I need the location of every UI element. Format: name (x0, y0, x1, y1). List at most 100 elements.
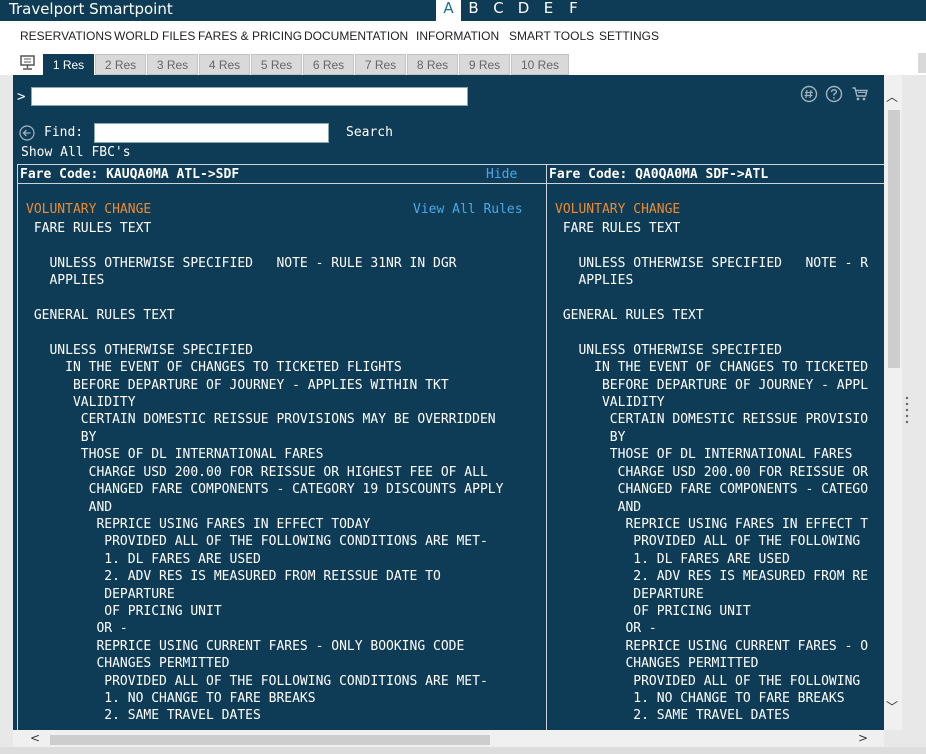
rule-line (26, 237, 546, 254)
fare-rules-panel-left: Fare Code: KAUQA0MA ATL->SDF Hide VOLUNT… (17, 164, 547, 730)
scroll-down-icon[interactable]: ﹀ (886, 698, 898, 715)
command-input[interactable] (31, 87, 468, 106)
rule-line: THOSE OF DL INTERNATIONAL FARES (555, 447, 853, 463)
menu-documentation[interactable]: DOCUMENTATION (304, 29, 408, 43)
rule-line: OF PRICING UNIT (26, 603, 222, 619)
rule-line: VALIDITY (555, 395, 665, 411)
rule-line: VALIDITY (26, 395, 136, 411)
rule-line: BY (26, 429, 97, 445)
rule-line: 2. SAME TRAVEL DATES (26, 708, 261, 724)
terminal-window: > Find: Search Show All FBC's Fare Code:… (13, 75, 884, 730)
rule-line (555, 290, 884, 307)
rule-line: PROVIDED ALL OF THE FOLLOWING CONDITIONS… (26, 673, 488, 689)
rule-line: IN THE EVENT OF CHANGES TO TICKETED (555, 360, 869, 376)
rule-line: OR - (555, 621, 657, 637)
rule-line: 1. NO CHANGE TO FARE BREAKS (555, 690, 845, 706)
res-tab-7[interactable]: 7 Res (355, 54, 406, 75)
screen-tab-e[interactable]: E (536, 0, 561, 21)
rule-line: REPRICE USING CURRENT FARES - ONLY BOOKI… (26, 638, 465, 654)
res-tab-5[interactable]: 5 Res (251, 54, 302, 75)
res-tabs-row: 1 Res 2 Res 3 Res 4 Res 5 Res 6 Res 7 Re… (0, 53, 926, 75)
hide-link[interactable]: Hide (486, 167, 517, 182)
panel-header: Fare Code: KAUQA0MA ATL->SDF Hide (18, 165, 546, 184)
menu-settings[interactable]: SETTINGS (599, 29, 659, 43)
shopping-cart-icon[interactable] (851, 85, 869, 103)
res-tab-6[interactable]: 6 Res (303, 54, 354, 75)
rules-text: FARE RULES TEXT UNLESS OTHERWISE SPECIFI… (26, 220, 546, 725)
rule-line: DEPARTURE (555, 586, 704, 602)
rule-line: UNLESS OTHERWISE SPECIFIED (555, 342, 782, 358)
rule-line: IN THE EVENT OF CHANGES TO TICKETED FLIG… (26, 360, 402, 376)
show-all-fbc-link[interactable]: Show All FBC's (21, 145, 131, 160)
res-tab-3[interactable]: 3 Res (147, 54, 198, 75)
rule-line: APPLIES (555, 273, 634, 289)
rule-line: OF PRICING UNIT (555, 603, 751, 619)
rule-line: 2. ADV RES IS MEASURED FROM REISSUE DATE… (26, 569, 441, 585)
rule-line: UNLESS OTHERWISE SPECIFIED (26, 342, 253, 358)
res-tab-8[interactable]: 8 Res (407, 54, 458, 75)
scroll-right-icon[interactable]: > (858, 731, 868, 745)
rule-line: 1. DL FARES ARE USED (26, 551, 261, 567)
rule-line: CHANGED FARE COMPONENTS - CATEGORY 19 DI… (26, 482, 504, 498)
res-tab-2[interactable]: 2 Res (95, 54, 146, 75)
rule-line (555, 237, 884, 254)
rule-line (555, 324, 884, 341)
res-tab-1[interactable]: 1 Res (43, 54, 94, 75)
rule-line: REPRICE USING CURRENT FARES - O (555, 638, 869, 654)
back-circle-icon[interactable] (19, 125, 35, 141)
menu-information[interactable]: INFORMATION (416, 29, 499, 43)
status-bar (0, 747, 926, 754)
rule-line: BEFORE DEPARTURE OF JOURNEY - APPLIES WI… (26, 377, 449, 393)
rule-line: APPLIES (26, 273, 105, 289)
find-input[interactable] (94, 123, 329, 143)
fare-rules-panel-right: Fare Code: QA0QA0MA SDF->ATL VOLUNTARY C… (546, 164, 884, 730)
rule-line (26, 324, 546, 341)
fare-code-label: Fare Code: QA0QA0MA SDF->ATL (549, 167, 769, 182)
rule-line: CHARGE USD 200.00 FOR REISSUE OR HIGHEST… (26, 464, 488, 480)
rule-line: THOSE OF DL INTERNATIONAL FARES (26, 447, 324, 463)
screen-tab-a[interactable]: A (436, 0, 461, 21)
screen-tab-c[interactable]: C (486, 0, 511, 21)
res-tab-4[interactable]: 4 Res (199, 54, 250, 75)
rule-line (26, 290, 546, 307)
command-prompt: > (17, 89, 26, 105)
scroll-left-icon[interactable]: < (30, 731, 40, 745)
horizontal-scroll-thumb[interactable] (50, 735, 490, 745)
rule-line: FARE RULES TEXT (555, 221, 681, 236)
menu-bar: RESERVATIONS WORLD FILES FARES & PRICING… (0, 21, 926, 53)
res-tab-9[interactable]: 9 Res (459, 54, 510, 75)
rule-line: AND (555, 499, 642, 515)
rule-line: PROVIDED ALL OF THE FOLLOWING (555, 534, 861, 550)
menu-reservations[interactable]: RESERVATIONS (20, 29, 112, 43)
app-title: Travelport Smartpoint (9, 0, 173, 18)
rule-line: UNLESS OTHERWISE SPECIFIED NOTE - R (555, 255, 869, 271)
rule-line: PROVIDED ALL OF THE FOLLOWING (555, 673, 861, 689)
rule-line: 1. DL FARES ARE USED (555, 551, 790, 567)
help-circle-icon[interactable] (825, 85, 843, 103)
screen-tab-f[interactable]: F (561, 0, 586, 21)
menu-fares-pricing[interactable]: FARES & PRICING (198, 29, 302, 43)
menu-smart-tools[interactable]: SMART TOOLS (509, 29, 594, 43)
rule-line: DEPARTURE (26, 586, 175, 602)
resize-grip-icon[interactable] (904, 395, 910, 427)
rule-line: REPRICE USING FARES IN EFFECT TODAY (26, 516, 371, 532)
rule-line: CHANGES PERMITTED (26, 656, 230, 672)
rule-line: FARE RULES TEXT (26, 221, 152, 236)
hash-circle-icon[interactable] (800, 85, 818, 103)
scroll-up-icon[interactable]: ︿ (886, 88, 898, 105)
search-button[interactable]: Search (346, 125, 393, 140)
rule-line: OR - (26, 621, 128, 637)
vertical-scroll-thumb[interactable] (888, 110, 900, 368)
rule-line: GENERAL RULES TEXT (26, 308, 175, 324)
res-tab-10[interactable]: 10 Res (511, 54, 569, 75)
find-label: Find: (44, 125, 84, 140)
terminal-monitor-icon[interactable] (19, 54, 37, 72)
screen-tab-b[interactable]: B (461, 0, 486, 21)
rule-line: UNLESS OTHERWISE SPECIFIED NOTE - RULE 3… (26, 255, 457, 271)
screen-tab-d[interactable]: D (511, 0, 536, 21)
panel-header: Fare Code: QA0QA0MA SDF->ATL (547, 165, 884, 184)
view-all-rules-link[interactable]: View All Rules (413, 202, 523, 217)
rule-line: 1. NO CHANGE TO FARE BREAKS (26, 690, 316, 706)
title-bar: Travelport Smartpoint A B C D E F (0, 0, 926, 21)
menu-world-files[interactable]: WORLD FILES (114, 29, 195, 43)
